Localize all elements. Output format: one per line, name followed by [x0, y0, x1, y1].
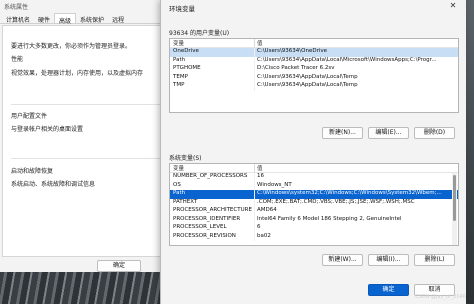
user-new-button[interactable]: 新建(N)...	[322, 127, 363, 139]
table-row[interactable]: PATHEXT .COM;.EXE;.BAT;.CMD;.VBS;.VBE;.J…	[170, 198, 458, 207]
variable-name: NUMBER_OF_PROCESSORS	[173, 173, 248, 179]
variable-value: C:\Users\93634\AppData\Local\Temp	[254, 82, 458, 91]
user-profiles-description: 与登录帐户相关的桌面设置	[11, 126, 84, 133]
variable-value: 6	[254, 224, 458, 233]
system-delete-button[interactable]: 删除(L)	[414, 254, 455, 266]
table-row[interactable]: PROCESSOR_REVISION ba02	[170, 232, 458, 241]
table-row[interactable]: Path C:\Users\93634\AppData\Local\Micros…	[170, 56, 458, 65]
table-row[interactable]: PROCESSOR_IDENTIFIER Intel64 Family 6 Mo…	[170, 215, 458, 224]
system-new-button[interactable]: 新建(W)...	[322, 254, 363, 266]
variable-value: AMD64	[254, 207, 458, 216]
watermark: CSDN @jay_of_2046	[415, 294, 466, 300]
table-row[interactable]: TMP C:\Users\93634\AppData\Local\Temp	[170, 82, 458, 91]
tab-advanced[interactable]: 高级	[54, 13, 77, 25]
tab-remote[interactable]: 远程	[108, 13, 128, 24]
variable-name: PROCESSOR_LEVEL	[173, 224, 227, 230]
advanced-tab-panel: 要进行大多数更改，你必须作为管理员登录。 性能 视觉效果，处理器计划，内存使用，…	[2, 25, 164, 257]
column-value[interactable]: 值	[254, 39, 458, 47]
table-row[interactable]: PROCESSOR_LEVEL 6	[170, 224, 458, 233]
performance-description: 视觉效果，处理器计划，内存使用，以及虚拟内存	[11, 70, 144, 77]
variable-name: OS	[173, 181, 181, 188]
variable-value: C:\Users\93634\AppData\Local\Temp	[254, 73, 458, 82]
tab-hardware[interactable]: 硬件	[34, 13, 54, 24]
variable-value: C:\Windows\system32;C:\Windows;C:\Window…	[254, 190, 458, 199]
vertical-scrollbar[interactable]	[452, 173, 457, 245]
system-properties-dialog: 系统属性 计算机名 硬件 高级 系统保护 远程 要进行大多数更改，你必须作为管理…	[0, 0, 168, 272]
user-delete-button[interactable]: 删除(D)	[414, 127, 455, 139]
sysprops-footer	[0, 258, 168, 272]
sysprops-tabs: 计算机名 硬件 高级 系统保护 远程	[0, 13, 167, 25]
table-row-selected[interactable]: Path C:\Windows\system32;C:\Windows;C:\W…	[170, 190, 458, 199]
system-edit-button[interactable]: 编辑(I)...	[368, 254, 409, 266]
ok-button[interactable]: 确定	[368, 284, 409, 296]
sysprops-title: 系统属性	[4, 4, 29, 11]
list-header: 变量 值	[170, 164, 458, 173]
variable-name: TEMP	[173, 73, 188, 80]
table-row[interactable]: OneDrive C:\Users\93634\OneDrive	[170, 48, 458, 57]
table-row[interactable]: OS Windows_NT	[170, 181, 458, 190]
user-variables-list[interactable]: 变量 值 OneDrive C:\Users\93634\OneDrive Pa…	[169, 38, 459, 113]
tab-computer-name[interactable]: 计算机名	[2, 13, 34, 24]
variable-value: D:\Cisco Packet Tracer 6.2sv	[254, 65, 458, 74]
variable-name: PTGHOME	[173, 65, 201, 71]
scrollbar-thumb[interactable]	[453, 175, 456, 221]
performance-heading: 性能	[11, 56, 24, 63]
variable-value: Windows_NT	[254, 181, 458, 190]
variable-name: PROCESSOR_IDENTIFIER	[173, 215, 241, 222]
variable-value: C:\Users\93634\OneDrive	[254, 48, 458, 57]
table-row[interactable]: PTGHOME D:\Cisco Packet Tracer 6.2sv	[170, 65, 458, 74]
environment-variables-dialog: 环境变量 ✕ 93634 的用户变量(U) 变量 值 OneDrive C:\U…	[160, 0, 466, 304]
table-row[interactable]: TEMP C:\Users\93634\AppData\Local\Temp	[170, 73, 458, 82]
user-variables-label: 93634 的用户变量(U)	[169, 30, 230, 37]
variable-name: TMP	[173, 82, 185, 88]
variable-value: 16	[254, 173, 458, 182]
startup-recovery-heading: 启动和故障恢复	[11, 168, 54, 175]
user-edit-button[interactable]: 编辑(E)...	[368, 127, 409, 139]
table-row[interactable]: NUMBER_OF_PROCESSORS 16	[170, 173, 458, 182]
startup-recovery-description: 系统启动、系统故障和调试信息	[11, 181, 96, 188]
variable-value: ba02	[254, 232, 458, 241]
system-variables-label: 系统变量(S)	[169, 155, 202, 162]
variable-name: PROCESSOR_ARCHITECTURE	[173, 207, 252, 213]
list-header: 变量 值	[170, 39, 458, 48]
divider	[11, 158, 161, 159]
admin-note: 要进行大多数更改，你必须作为管理员登录。	[11, 43, 132, 50]
close-icon[interactable]: ✕	[442, 0, 464, 12]
divider	[11, 104, 161, 105]
variable-value: C:\Users\93634\AppData\Local\Microsoft\W…	[254, 56, 458, 65]
variable-name: OneDrive	[173, 48, 199, 54]
column-variable[interactable]: 变量	[170, 164, 254, 172]
sysprops-ok-button[interactable]: 确定	[97, 260, 141, 272]
column-value[interactable]: 值	[254, 164, 458, 172]
variable-value: .COM;.EXE;.BAT;.CMD;.VBS;.VBE;.JS;.JSE;.…	[254, 198, 458, 207]
tab-system-protection[interactable]: 系统保护	[76, 13, 108, 24]
dialog-title: 环境变量	[169, 5, 195, 13]
variable-value: Intel64 Family 6 Model 186 Stepping 2, G…	[254, 215, 458, 224]
table-row[interactable]: PROCESSOR_ARCHITECTURE AMD64	[170, 207, 458, 216]
system-variables-list[interactable]: 变量 值 NUMBER_OF_PROCESSORS 16 OS Windows_…	[169, 163, 459, 246]
variable-name: PATHEXT	[173, 198, 198, 205]
variable-name: Path	[173, 190, 186, 196]
variable-name: Path	[173, 56, 186, 63]
variable-name: PROCESSOR_REVISION	[173, 232, 236, 239]
column-variable[interactable]: 变量	[170, 39, 254, 47]
user-profiles-heading: 用户配置文件	[11, 113, 48, 120]
